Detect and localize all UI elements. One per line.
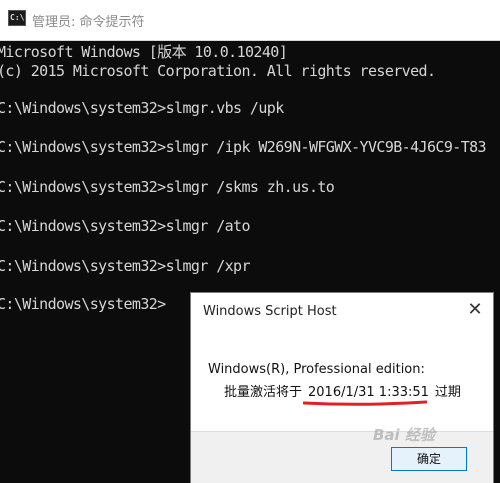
window-titlebar[interactable]: C:\ 管理员: 命令提示符 (0, 0, 500, 41)
dialog-message-expiry: 批量激活将于 2016/1/31 1:33:51 过期 (224, 381, 461, 400)
console-line-copyright: (c) 2015 Microsoft Corporation. All righ… (0, 62, 436, 80)
expiry-prefix: 批量激活将于 (224, 385, 303, 400)
console-prompt[interactable]: C:\Windows\system32> (0, 295, 166, 313)
console-line-skms: C:\Windows\system32>slmgr /skms zh.us.to (0, 178, 335, 196)
dialog-title: Windows Script Host (203, 304, 337, 319)
command-prompt-window: C:\ 管理员: 命令提示符 Microsoft Windows [版本 10.… (0, 0, 500, 483)
dialog-footer: 确定 (191, 431, 493, 483)
ok-button[interactable]: 确定 (391, 447, 467, 471)
baidu-watermark: Bai 经验 (373, 426, 435, 444)
script-host-dialog: Windows Script Host ✕ Windows(R), Profes… (190, 292, 494, 483)
expiry-suffix: 过期 (434, 385, 461, 400)
close-icon[interactable]: ✕ (463, 299, 487, 321)
dialog-message-edition: Windows(R), Professional edition: (208, 362, 425, 377)
expiry-date: 2016/1/31 1:33:51 (308, 385, 429, 400)
console-line-upk: C:\Windows\system32>slmgr.vbs /upk (0, 99, 284, 117)
console-line-version: Microsoft Windows [版本 10.0.10240] (0, 43, 288, 61)
console-line-xpr: C:\Windows\system32>slmgr /xpr (0, 257, 251, 275)
console-line-ato: C:\Windows\system32>slmgr /ato (0, 217, 251, 235)
red-underline-annotation (303, 400, 427, 406)
window-title: 管理员: 命令提示符 (32, 15, 145, 30)
console-line-ipk: C:\Windows\system32>slmgr /ipk W269N-WFG… (0, 138, 487, 156)
cmd-icon: C:\ (8, 10, 26, 26)
